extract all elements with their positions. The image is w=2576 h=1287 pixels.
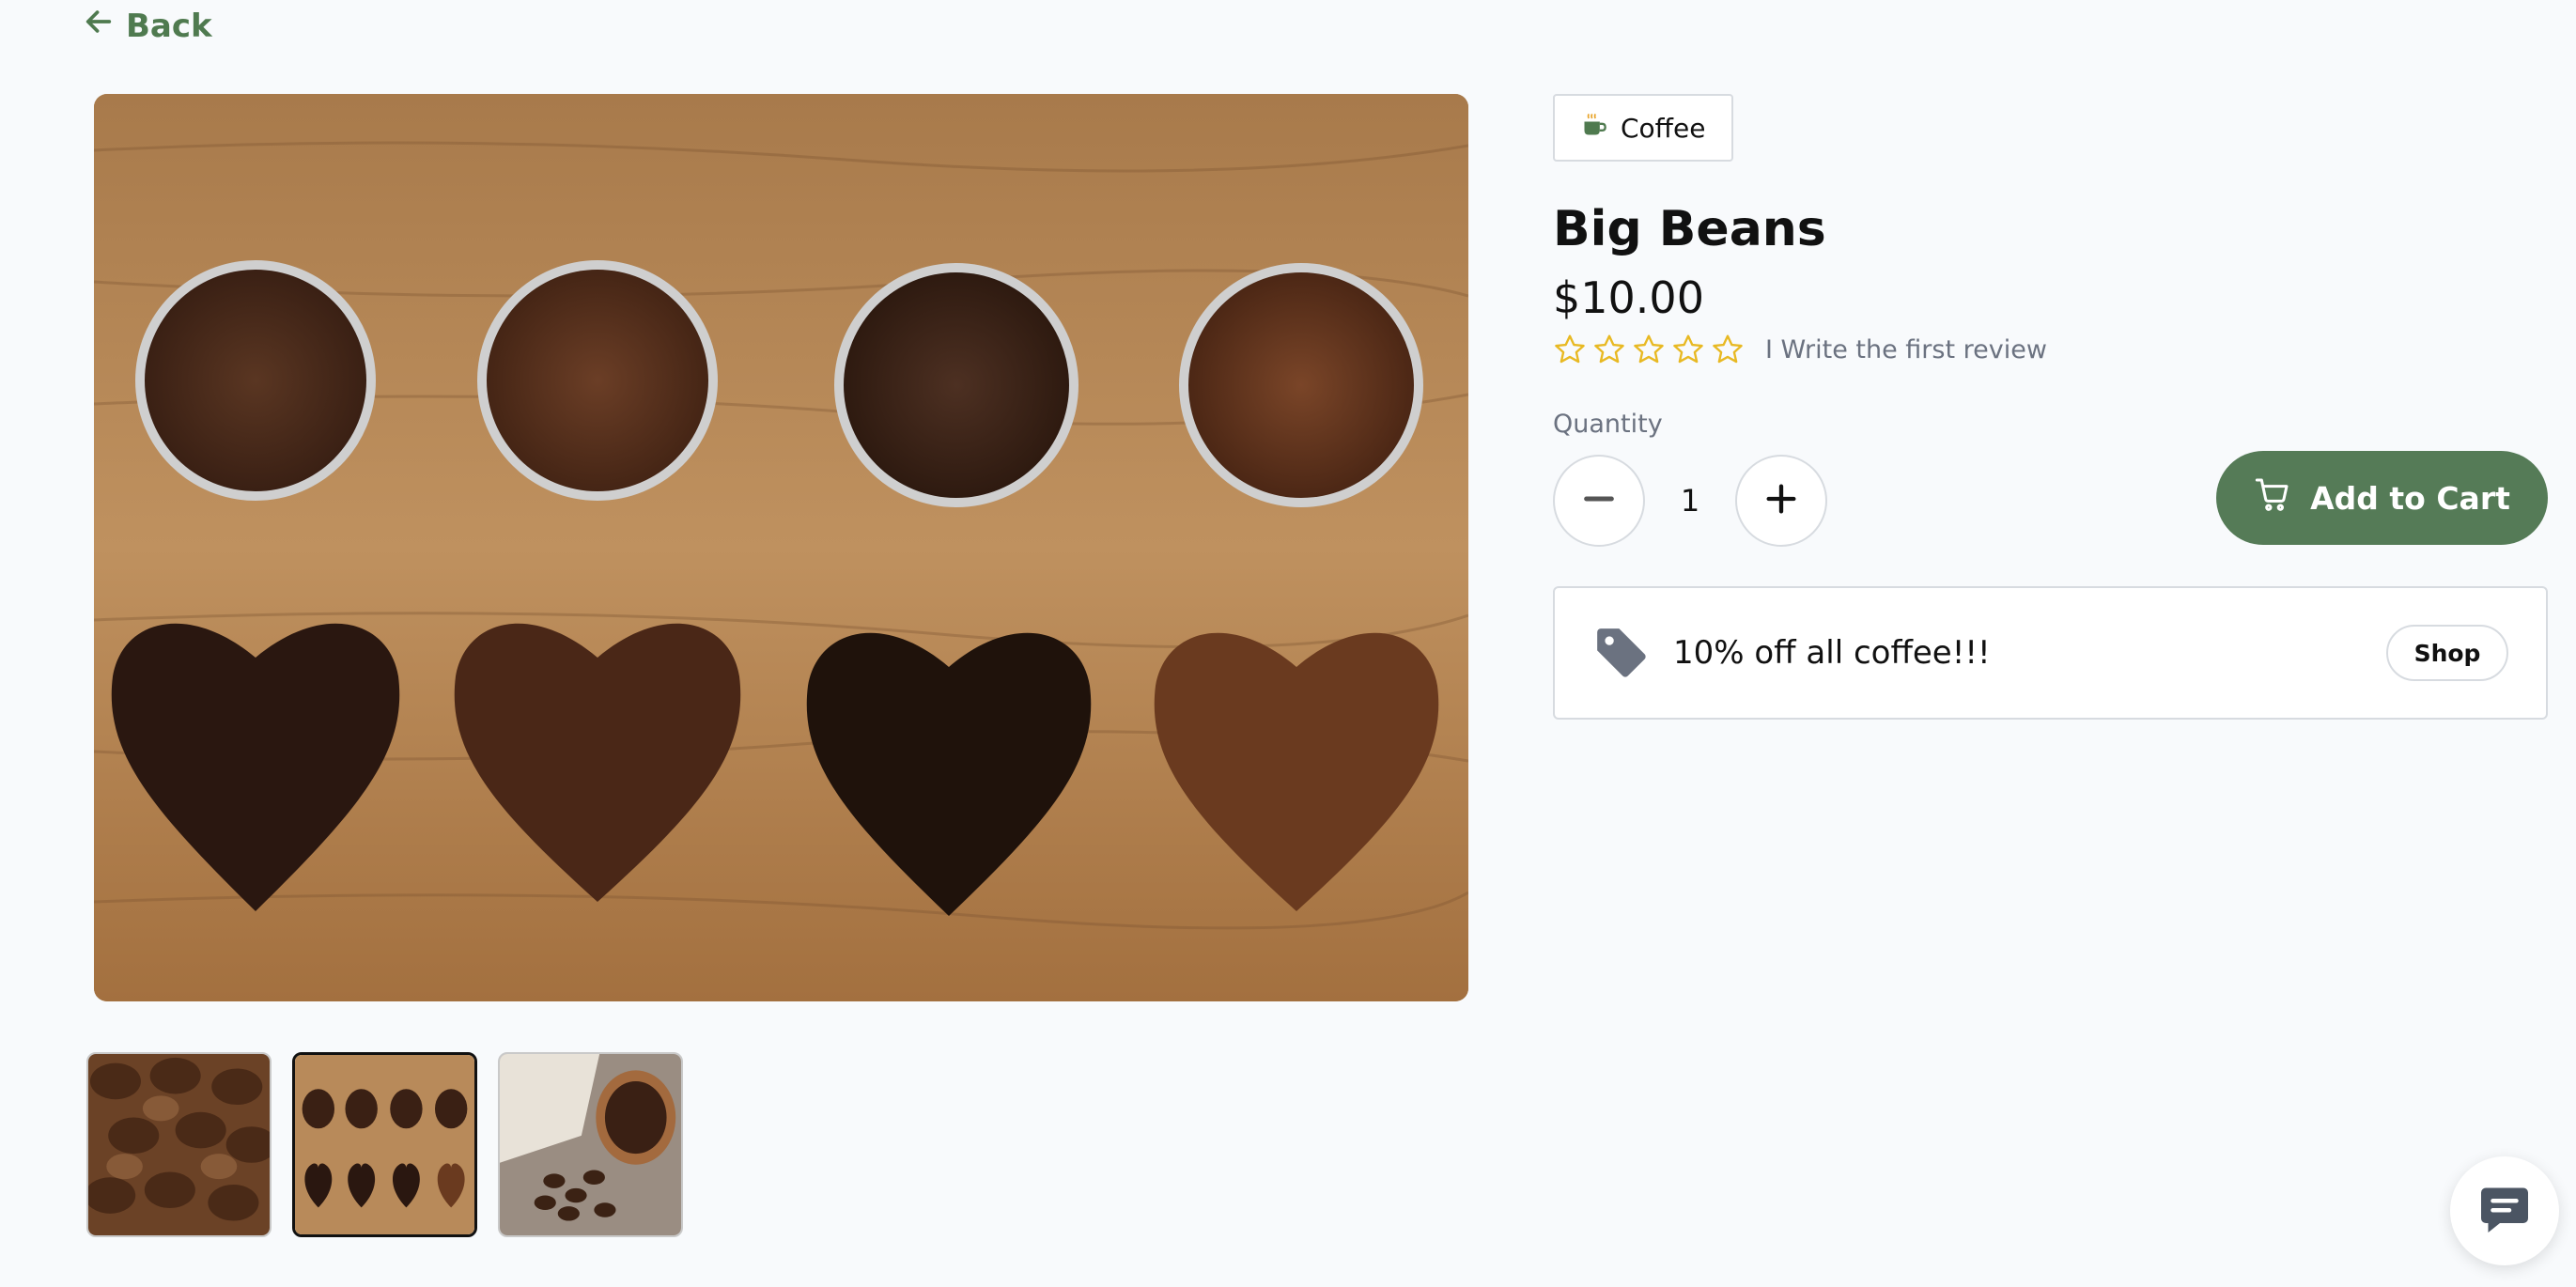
product-page: Back Coffee Big Beans $10.00 I Write the… xyxy=(0,0,2576,1287)
promo-text: 10% off all coffee!!! xyxy=(1673,634,1991,672)
category-label: Coffee xyxy=(1621,112,1706,144)
quantity-label: Quantity xyxy=(1553,410,1663,439)
increase-quantity-button[interactable] xyxy=(1735,455,1827,547)
rating-row: I Write the first review xyxy=(1553,333,2047,366)
main-product-image xyxy=(94,94,1468,1001)
promo-banner: 10% off all coffee!!! Shop xyxy=(1553,586,2548,720)
star-icon[interactable] xyxy=(1671,333,1705,366)
back-link[interactable]: Back xyxy=(83,6,212,46)
minus-icon xyxy=(1580,480,1618,521)
add-to-cart-label: Add to Cart xyxy=(2310,479,2510,517)
category-chip[interactable]: Coffee xyxy=(1553,94,1734,162)
thumbnail-strip xyxy=(86,1052,683,1237)
star-icon[interactable] xyxy=(1632,333,1666,366)
thumbnail-sack-and-spoon[interactable] xyxy=(498,1052,683,1237)
star-icon[interactable] xyxy=(1553,333,1587,366)
cart-icon xyxy=(2254,475,2291,520)
back-label: Back xyxy=(126,7,212,45)
write-review-link[interactable]: I Write the first review xyxy=(1765,335,2047,364)
star-icon[interactable] xyxy=(1711,333,1745,366)
plus-icon xyxy=(1762,480,1800,521)
product-price: $10.00 xyxy=(1553,272,1704,323)
shop-button[interactable]: Shop xyxy=(2386,625,2508,681)
thumbnail-grounds-and-hearts[interactable] xyxy=(292,1052,477,1237)
thumbnail-roasted-beans[interactable] xyxy=(86,1052,272,1237)
coffee-cup-icon xyxy=(1581,112,1607,145)
chat-bubble-icon xyxy=(2476,1181,2533,1241)
chat-button[interactable] xyxy=(2450,1156,2559,1265)
arrow-left-icon xyxy=(83,6,115,46)
quantity-value: 1 xyxy=(1680,483,1700,519)
star-icon[interactable] xyxy=(1592,333,1626,366)
decrease-quantity-button[interactable] xyxy=(1553,455,1645,547)
quantity-stepper: 1 xyxy=(1553,455,1827,547)
add-to-cart-button[interactable]: Add to Cart xyxy=(2216,451,2548,545)
price-tag-icon xyxy=(1592,624,1651,682)
product-title: Big Beans xyxy=(1553,201,1826,257)
